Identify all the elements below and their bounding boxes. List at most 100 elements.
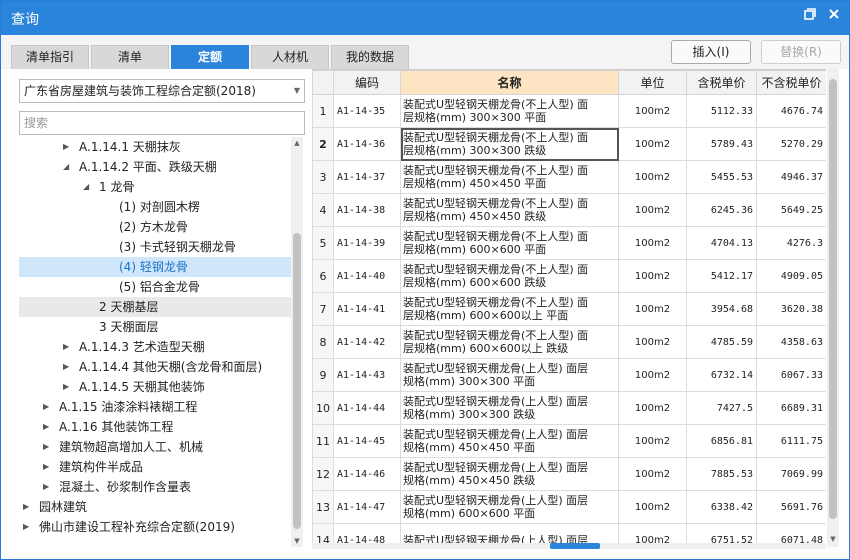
caret-right-icon[interactable]: ▶ [23,517,33,537]
cell-name[interactable]: 装配式U型轻钢天棚龙骨(不上人型) 面层规格(mm) 300×300 跌级 [400,127,619,161]
cell-code[interactable]: A1-14-40 [333,259,401,293]
tree-node[interactable]: ▶ 混凝土、砂浆制作含量表 [19,477,291,497]
column-header-price-notax[interactable]: 不含税单价 [756,70,826,95]
table-row[interactable]: 9 A1-14-43 装配式U型轻钢天棚龙骨(上人型) 面层 规格(mm) 300×3… [312,358,826,392]
column-header-name[interactable]: 名称 [400,70,619,95]
cell-name[interactable]: 装配式U型轻钢天棚龙骨(上人型) 面层 规格(mm) 450×450 跌级 [400,457,619,491]
cell-name[interactable]: 装配式U型轻钢天棚龙骨(不上人型) 面层规格(mm) 600×600 跌级 [400,259,619,293]
cell-code[interactable]: A1-14-37 [333,160,401,194]
tree-node[interactable]: (1) 对剖圆木楞 [19,197,291,217]
tree-node[interactable]: ◢ 1 龙骨 [19,177,291,197]
table-row[interactable]: 6 A1-14-40 装配式U型轻钢天棚龙骨(不上人型) 面层规格(mm) 600×… [312,259,826,293]
cell-price-tax[interactable]: 5789.43 [686,127,757,161]
quota-library-select[interactable]: 广东省房屋建筑与装饰工程综合定额(2018) ▼ [19,79,305,103]
cell-code[interactable]: A1-14-47 [333,490,401,524]
cell-price-tax[interactable]: 7885.53 [686,457,757,491]
table-row[interactable]: 1 A1-14-35 装配式U型轻钢天棚龙骨(不上人型) 面层规格(mm) 300×… [312,94,826,128]
row-number[interactable]: 12 [312,457,334,491]
scroll-down-icon[interactable]: ▼ [827,533,839,545]
table-row[interactable]: 13 A1-14-47 装配式U型轻钢天棚龙骨(上人型) 面层 规格(mm) 600×… [312,490,826,524]
cell-name[interactable]: 装配式U型轻钢天棚龙骨(不上人型) 面层规格(mm) 450×450 跌级 [400,193,619,227]
tree-node[interactable]: ▶ A.1.14.1 天棚抹灰 [19,137,291,157]
cell-unit[interactable]: 100m2 [618,457,687,491]
caret-right-icon[interactable]: ▶ [43,437,53,457]
row-number[interactable]: 9 [312,358,334,392]
row-number[interactable]: 7 [312,292,334,326]
cell-unit[interactable]: 100m2 [618,292,687,326]
cell-price-tax[interactable]: 5455.53 [686,160,757,194]
tab-my-data[interactable]: 我的数据 [331,45,409,69]
cell-name[interactable]: 装配式U型轻钢天棚龙骨(上人型) 面层 规格(mm) 300×300 平面 [400,358,619,392]
row-number[interactable]: 2 [312,127,334,161]
table-row[interactable]: 10 A1-14-44 装配式U型轻钢天棚龙骨(上人型) 面层 规格(mm) 300×… [312,391,826,425]
insert-button[interactable]: 插入(I) [671,40,751,64]
scroll-up-icon[interactable]: ▲ [291,137,303,149]
column-header-price-tax[interactable]: 含税单价 [686,70,757,95]
cell-price-tax[interactable]: 5112.33 [686,94,757,128]
cell-unit[interactable]: 100m2 [618,193,687,227]
cell-price-notax[interactable]: 5270.29 [756,127,826,161]
tab-qingdan[interactable]: 清单 [91,45,169,69]
tree-node[interactable]: ▶ A.1.14.4 其他天棚(含龙骨和面层) [19,357,291,377]
tree-node[interactable]: ▶ 佛山市建设工程补充综合定额(2019) [19,517,291,537]
cell-price-tax[interactable]: 4704.13 [686,226,757,260]
title-bar[interactable]: 查询 [1,1,849,35]
caret-right-icon[interactable]: ▶ [63,357,73,377]
row-number[interactable]: 5 [312,226,334,260]
cell-price-notax[interactable]: 4276.3 [756,226,826,260]
cell-price-notax[interactable]: 7069.99 [756,457,826,491]
caret-right-icon[interactable]: ▶ [23,497,33,517]
search-input[interactable]: 搜索 [19,111,305,135]
cell-unit[interactable]: 100m2 [618,358,687,392]
row-number[interactable]: 4 [312,193,334,227]
cell-price-tax[interactable]: 6732.14 [686,358,757,392]
tree-node[interactable]: ▶ A.1.15 油漆涂料裱糊工程 [19,397,291,417]
cell-price-notax[interactable]: 6067.33 [756,358,826,392]
cell-unit[interactable]: 100m2 [618,127,687,161]
row-number[interactable]: 8 [312,325,334,359]
caret-right-icon[interactable]: ▶ [43,397,53,417]
tree-scroll-thumb[interactable] [293,233,301,529]
table-row[interactable]: 2 A1-14-36 装配式U型轻钢天棚龙骨(不上人型) 面层规格(mm) 300×… [312,127,826,161]
table-scrollbar[interactable]: ▼ [827,69,839,547]
tab-qingdan-guide[interactable]: 清单指引 [11,45,89,69]
tree-node[interactable]: 2 天棚基层 [19,297,291,317]
cell-unit[interactable]: 100m2 [618,391,687,425]
table-row[interactable]: 11 A1-14-45 装配式U型轻钢天棚龙骨(上人型) 面层 规格(mm) 450×… [312,424,826,458]
caret-down-icon[interactable]: ◢ [83,177,93,197]
cell-code[interactable]: A1-14-35 [333,94,401,128]
cell-price-tax[interactable]: 6338.42 [686,490,757,524]
table-row[interactable]: 3 A1-14-37 装配式U型轻钢天棚龙骨(不上人型) 面层规格(mm) 450×… [312,160,826,194]
tree-node[interactable]: (2) 方木龙骨 [19,217,291,237]
tree-node[interactable]: ▶ 建筑构件半成品 [19,457,291,477]
tab-dinge[interactable]: 定额 [171,45,249,69]
cell-code[interactable]: A1-14-36 [333,127,401,161]
chevron-down-icon[interactable]: ▼ [294,80,300,102]
replace-button[interactable]: 替换(R) [761,40,841,64]
table-row[interactable]: 4 A1-14-38 装配式U型轻钢天棚龙骨(不上人型) 面层规格(mm) 450×… [312,193,826,227]
cell-name[interactable]: 装配式U型轻钢天棚龙骨(上人型) 面层 规格(mm) 450×450 平面 [400,424,619,458]
caret-right-icon[interactable]: ▶ [63,137,73,157]
cell-price-notax[interactable]: 5649.25 [756,193,826,227]
cell-price-notax[interactable]: 4358.63 [756,325,826,359]
cell-name[interactable]: 装配式U型轻钢天棚龙骨(不上人型) 面层规格(mm) 600×600以上 平面 [400,292,619,326]
cell-name[interactable]: 装配式U型轻钢天棚龙骨(不上人型) 面层规格(mm) 600×600 平面 [400,226,619,260]
table-hscrollbar[interactable] [312,543,826,549]
hscroll-thumb[interactable] [550,543,600,549]
cell-price-tax[interactable]: 6856.81 [686,424,757,458]
row-number[interactable]: 11 [312,424,334,458]
tree-node[interactable]: ▶ A.1.16 其他装饰工程 [19,417,291,437]
cell-code[interactable]: A1-14-42 [333,325,401,359]
row-number[interactable]: 3 [312,160,334,194]
caret-right-icon[interactable]: ▶ [43,477,53,497]
table-row[interactable]: 8 A1-14-42 装配式U型轻钢天棚龙骨(不上人型) 面层规格(mm) 600×… [312,325,826,359]
restore-icon[interactable] [801,8,819,26]
cell-price-notax[interactable]: 4676.74 [756,94,826,128]
tree-node[interactable]: ▶ 园林建筑 [19,497,291,517]
cell-price-tax[interactable]: 4785.59 [686,325,757,359]
caret-right-icon[interactable]: ▶ [43,457,53,477]
cell-unit[interactable]: 100m2 [618,226,687,260]
cell-price-tax[interactable]: 7427.5 [686,391,757,425]
tab-rencaiji[interactable]: 人材机 [251,45,329,69]
cell-price-notax[interactable]: 3620.38 [756,292,826,326]
